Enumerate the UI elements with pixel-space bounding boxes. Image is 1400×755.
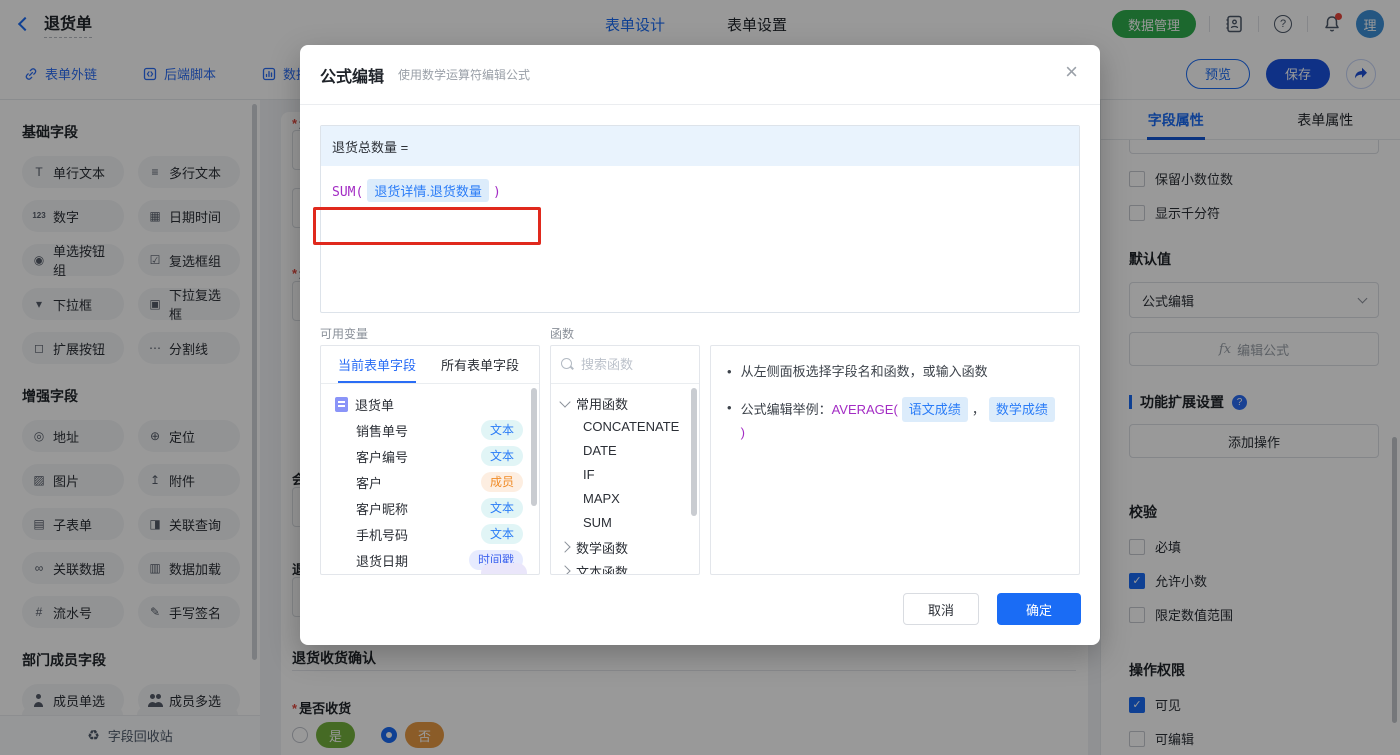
example-field-chip: 数学成绩 bbox=[988, 397, 1055, 422]
modal-header: 公式编辑 使用数学运算符编辑公式 bbox=[300, 45, 1100, 105]
variables-panel: 当前表单字段 所有表单字段 退货单 销售单号 文本 客户编号 文本 客户 成员 客户昵… bbox=[320, 345, 540, 575]
tips-panel: • 从左侧面板选择字段名和函数，或输入函数 • 公式编辑举例：AVERAGE(语… bbox=[710, 345, 1080, 575]
modal-footer: 取消 确定 bbox=[903, 593, 1081, 625]
function-if[interactable]: IF bbox=[561, 463, 693, 487]
type-badge: 文本 bbox=[480, 420, 523, 440]
group-text-functions[interactable]: 文本函数 bbox=[559, 559, 693, 574]
functions-scrollbar[interactable] bbox=[691, 388, 697, 516]
formula-editor-box: 退货总数量 = SUM(退货详情.退货数量) bbox=[313, 125, 1080, 313]
search-icon bbox=[561, 358, 574, 371]
function-sum[interactable]: SUM bbox=[561, 511, 693, 535]
formula-field-chip[interactable]: 退货详情.退货数量 bbox=[367, 179, 489, 202]
type-badge: 成员 bbox=[480, 472, 523, 492]
app-screen: 退货单 表单设计 表单设置 数据管理 ? 理 表单外链 后端脚本 预览 保存 基… bbox=[0, 0, 1400, 755]
tree-field-customer[interactable]: 客户 成员 bbox=[335, 469, 531, 495]
example-function-close: ) bbox=[740, 425, 745, 440]
cancel-button[interactable]: 取消 bbox=[903, 593, 979, 625]
function-search-input[interactable] bbox=[581, 357, 681, 372]
tree-field-phone[interactable]: 手机号码 文本 bbox=[335, 521, 531, 547]
tab-current-form-fields[interactable]: 当前表单字段 bbox=[338, 346, 417, 383]
modal-columns: 可用变量 当前表单字段 所有表单字段 退货单 销售单号 文本 客户编号 文本 客户成… bbox=[320, 325, 1080, 575]
formula-function-close: ) bbox=[492, 185, 501, 200]
variables-scrollbar[interactable] bbox=[531, 388, 537, 506]
tree-field-customer-no[interactable]: 客户编号 文本 bbox=[335, 443, 531, 469]
caret-down-icon bbox=[559, 395, 571, 408]
function-mapx[interactable]: MAPX bbox=[561, 487, 693, 511]
tree-field-customer-nickname[interactable]: 客户昵称 文本 bbox=[335, 495, 531, 521]
function-date[interactable]: DATE bbox=[561, 439, 693, 463]
tree-root-form[interactable]: 退货单 bbox=[335, 391, 531, 417]
confirm-button[interactable]: 确定 bbox=[997, 593, 1081, 625]
caret-right-icon bbox=[559, 565, 571, 574]
tab-all-form-fields[interactable]: 所有表单字段 bbox=[441, 346, 519, 383]
example-function-open: AVERAGE( bbox=[831, 402, 898, 417]
tree-field-sales-order[interactable]: 销售单号 文本 bbox=[335, 417, 531, 443]
function-search-row bbox=[551, 346, 699, 384]
functions-tree: 常用函数 CONCATENATE DATE IF MAPX SUM 数学函数 文… bbox=[551, 384, 699, 574]
variables-tree: 退货单 销售单号 文本 客户编号 文本 客户 成员 客户昵称 文本 手机号码 文本 退货日… bbox=[321, 384, 539, 573]
clipped-next-row-badge bbox=[481, 563, 527, 574]
group-math-functions[interactable]: 数学函数 bbox=[559, 535, 693, 559]
group-common-functions[interactable]: 常用函数 bbox=[559, 391, 693, 415]
formula-input-area[interactable]: SUM(退货详情.退货数量) bbox=[313, 166, 1079, 245]
function-concatenate[interactable]: CONCATENATE bbox=[561, 415, 693, 439]
example-field-chip: 语文成绩 bbox=[901, 397, 968, 422]
formula-target: 退货总数量 = bbox=[321, 126, 1079, 166]
close-icon[interactable]: × bbox=[1065, 61, 1078, 83]
tip-line-1: • 从左侧面板选择字段名和函数，或输入函数 bbox=[727, 364, 988, 379]
functions-panel: 常用函数 CONCATENATE DATE IF MAPX SUM 数学函数 文… bbox=[550, 345, 700, 575]
type-badge: 文本 bbox=[480, 498, 523, 518]
variables-tabs: 当前表单字段 所有表单字段 bbox=[321, 346, 539, 384]
type-badge: 文本 bbox=[480, 524, 523, 544]
formula-edit-modal: 公式编辑 使用数学运算符编辑公式 × 退货总数量 = SUM(退货详情.退货数量… bbox=[300, 45, 1100, 645]
type-badge: 文本 bbox=[480, 446, 523, 466]
modal-subtitle: 使用数学运算符编辑公式 bbox=[398, 68, 531, 82]
form-doc-icon bbox=[335, 396, 348, 412]
caret-right-icon bbox=[559, 541, 571, 553]
functions-label: 函数 bbox=[550, 327, 575, 341]
formula-function-open: SUM( bbox=[332, 185, 364, 200]
annotation-highlight-box bbox=[313, 207, 541, 245]
variables-label: 可用变量 bbox=[320, 327, 369, 341]
modal-title: 公式编辑 bbox=[320, 68, 385, 86]
tip-line-2: • 公式编辑举例：AVERAGE(语文成绩，数学成绩) bbox=[711, 397, 1079, 443]
